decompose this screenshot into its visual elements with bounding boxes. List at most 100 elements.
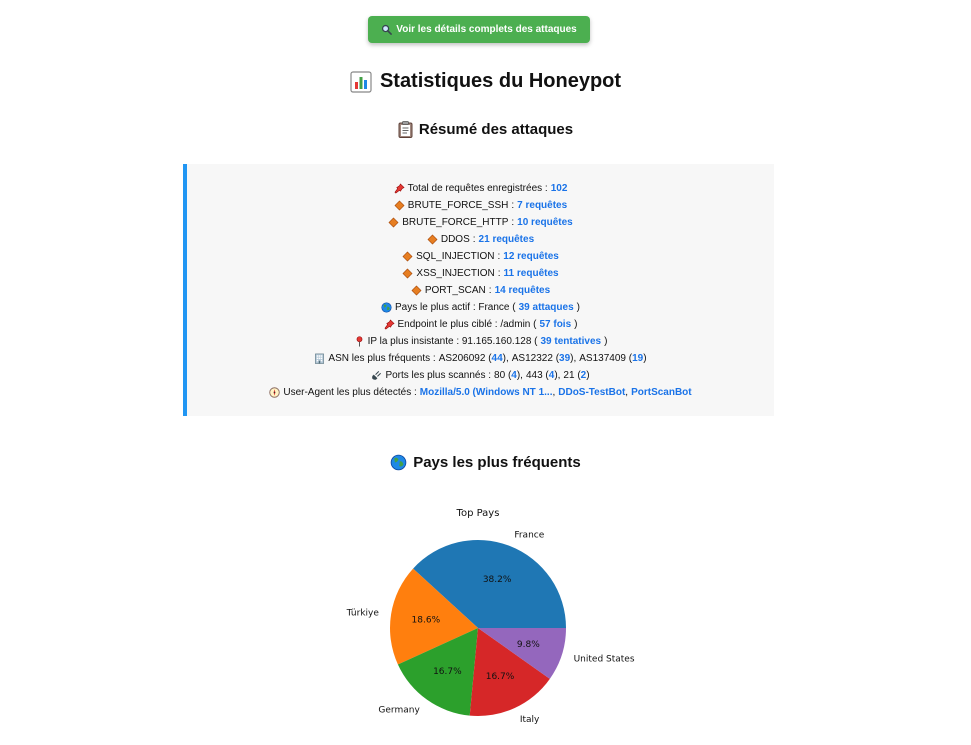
attack-type-row: PORT_SCAN: 14 requêtes xyxy=(187,282,774,299)
port-count: 4 xyxy=(548,370,555,381)
attack-type-count: 12 requêtes xyxy=(503,251,559,262)
asn-item: AS137409 (19) xyxy=(579,353,647,364)
view-attack-details-label: Voir les détails complets des attaques xyxy=(396,24,577,35)
asn-count: 19 xyxy=(632,353,644,364)
port-count: 4 xyxy=(511,370,517,381)
asn-item: AS206092 (44), xyxy=(438,353,509,364)
page-title: Statistiques du Honeypot xyxy=(0,70,971,93)
summary-title-text: Résumé des attaques xyxy=(418,121,574,138)
attack-type-name: PORT_SCAN xyxy=(424,285,486,296)
pie-category-label: Türkiye xyxy=(346,608,380,618)
port-number: 21 xyxy=(563,370,575,381)
globe-icon xyxy=(390,454,407,471)
colon-separator: : xyxy=(472,234,476,245)
attack-type-row: BRUTE_FORCE_HTTP: 10 requêtes xyxy=(187,214,774,231)
pie-category-label: France xyxy=(514,530,544,540)
pie-chart: Top Pays 38.2% France 18.6% Türkiye 16.7% Ger… xyxy=(346,508,635,725)
summary-total: Total de requêtes enregistrées : 102 xyxy=(187,180,774,197)
clipboard-icon xyxy=(398,121,413,138)
asn-name: AS12322 xyxy=(511,353,553,364)
compass-icon xyxy=(269,387,281,398)
colon-separator: : xyxy=(511,217,515,228)
summary-asn-label: ASN les plus fréquents : xyxy=(328,353,436,364)
attack-type-name: DDOS xyxy=(440,234,470,245)
summary-total-value: 102 xyxy=(550,183,568,194)
pie-slices xyxy=(390,540,566,716)
ua-value: DDoS-TestBot xyxy=(558,387,626,398)
summary-ip-value: 39 tentatives xyxy=(540,336,602,347)
office-building-icon xyxy=(315,353,325,364)
ua-item: Mozilla/5.0 (Windows NT 1..., xyxy=(419,387,556,398)
pie-percent-label: 38.2% xyxy=(483,575,512,585)
view-attack-details-button[interactable]: Voir les détails complets des attaques xyxy=(368,16,590,43)
pie-category-label: Germany xyxy=(378,706,420,716)
port-item: 21 (2) xyxy=(563,370,590,381)
attack-type-name: BRUTE_FORCE_HTTP xyxy=(402,217,509,228)
colon-separator: : xyxy=(497,251,501,262)
summary-ports-label: Ports les plus scannés : xyxy=(385,370,492,381)
ua-value: PortScanBot xyxy=(631,387,692,398)
orange-diamond-icon xyxy=(388,217,399,228)
attack-type-row: SQL_INJECTION: 12 requêtes xyxy=(187,248,774,265)
bar-chart-icon xyxy=(350,70,372,93)
summary-ip-label: IP la plus insistante : 91.165.160.128 ( xyxy=(367,336,538,347)
orange-diamond-icon xyxy=(394,200,405,211)
asn-item: AS12322 (39), xyxy=(511,353,577,364)
orange-diamond-icon xyxy=(402,251,413,262)
chart-title: Top Pays xyxy=(456,508,500,519)
attack-type-count: 14 requêtes xyxy=(494,285,551,296)
closing-paren: ) xyxy=(574,319,578,330)
orange-diamond-icon xyxy=(427,234,438,245)
summary-ip: IP la plus insistante : 91.165.160.128 (… xyxy=(187,333,774,350)
attack-type-name: SQL_INJECTION xyxy=(416,251,495,262)
asn-name: AS206092 xyxy=(438,353,486,364)
closing-paren: ) xyxy=(576,302,580,313)
summary-country-value: 39 attaques xyxy=(518,302,574,313)
attack-type-count: 10 requêtes xyxy=(517,217,573,228)
round-pin-icon xyxy=(356,336,362,347)
port-number: 80 xyxy=(494,370,506,381)
pie-percent-label: 18.6% xyxy=(412,616,441,626)
pie-percent-label: 16.7% xyxy=(433,667,462,677)
colon-separator: : xyxy=(488,285,492,296)
summary-endpoint-value: 57 fois xyxy=(539,319,572,330)
closing-paren: ) xyxy=(604,336,608,347)
countries-title-text: Pays les plus fréquents xyxy=(413,454,581,471)
globe-icon xyxy=(381,302,392,313)
attack-type-row: DDOS: 21 requêtes xyxy=(187,231,774,248)
port-number: 443 xyxy=(525,370,543,381)
pie-category-label: United States xyxy=(574,654,635,664)
electric-plug-icon xyxy=(372,371,382,380)
summary-asn: ASN les plus fréquents : AS206092 (44), … xyxy=(187,350,774,367)
attack-type-row: BRUTE_FORCE_SSH: 7 requêtes xyxy=(187,197,774,214)
pie-percent-label: 9.8% xyxy=(517,640,540,650)
summary-country-label: Pays le plus actif : France ( xyxy=(395,302,516,313)
summary-total-label: Total de requêtes enregistrées : xyxy=(407,183,548,194)
attack-type-count: 11 requêtes xyxy=(503,268,559,279)
page: Voir les détails complets des attaques S… xyxy=(0,0,971,745)
asn-name: AS137409 xyxy=(579,353,626,364)
pushpin-icon xyxy=(394,183,405,194)
port-item: 443 (4), xyxy=(525,370,561,381)
ua-item: DDoS-TestBot, xyxy=(558,387,629,398)
magnifier-icon xyxy=(382,24,393,35)
pushpin-icon xyxy=(384,319,395,330)
summary-user-agents: User-Agent les plus détectés : Mozilla/5… xyxy=(187,384,774,401)
colon-separator: : xyxy=(511,200,515,211)
summary-endpoint: Endpoint le plus ciblé : /admin (57 fois… xyxy=(187,316,774,333)
attack-type-count: 21 requêtes xyxy=(478,234,535,245)
pie-percent-label: 16.7% xyxy=(486,672,515,682)
summary-country: Pays le plus actif : France (39 attaques… xyxy=(187,299,774,316)
summary-box: Total de requêtes enregistrées : 102 BRU… xyxy=(183,164,774,416)
summary-ua-label: User-Agent les plus détectés : xyxy=(283,387,417,398)
pie-category-label: Italy xyxy=(520,715,540,725)
attack-type-row: XSS_INJECTION: 11 requêtes xyxy=(187,265,774,282)
ua-value: Mozilla/5.0 (Windows NT 1... xyxy=(419,387,553,398)
orange-diamond-icon xyxy=(402,268,413,279)
ua-item: PortScanBot xyxy=(631,384,692,401)
asn-count: 39 xyxy=(559,353,571,364)
orange-diamond-icon xyxy=(411,285,422,296)
asn-count: 44 xyxy=(491,353,503,364)
attack-type-name: BRUTE_FORCE_SSH xyxy=(407,200,509,211)
attack-type-count: 7 requêtes xyxy=(517,200,568,211)
